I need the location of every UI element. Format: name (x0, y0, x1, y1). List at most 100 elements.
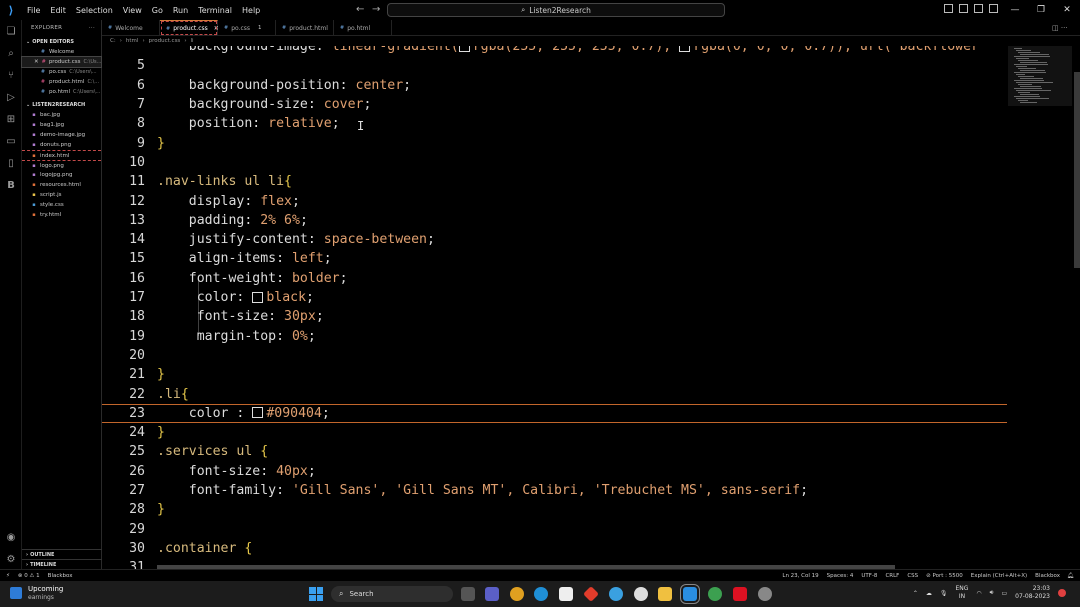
open-editor-item[interactable]: # po.css C:\Users\... (22, 67, 101, 77)
account-icon[interactable]: ◉ (0, 526, 22, 548)
code-line[interactable]: 14 justify-content: space-between; (102, 230, 1007, 249)
tab-product-css[interactable]: # product.css ✕ (160, 20, 219, 36)
split-editor-icon[interactable]: ◫ ··· (1052, 24, 1072, 32)
breadcrumb-item[interactable]: html (126, 38, 139, 44)
status-right-item[interactable]: CSS (907, 573, 918, 579)
code-line[interactable]: 25 .services ul { (102, 442, 1007, 461)
microphone-icon[interactable]: 🎙︎ (940, 590, 948, 597)
menu-item-view[interactable]: View (118, 6, 147, 15)
open-editor-item[interactable]: # Welcome (22, 47, 101, 57)
edge-icon[interactable] (534, 587, 548, 601)
code-text[interactable]: font-size: 40px; (157, 464, 316, 479)
tab-po-html[interactable]: # po.html (334, 20, 392, 36)
color-swatch-icon[interactable] (252, 291, 264, 303)
code-text[interactable]: background-image: linear-gradient(rgba(2… (157, 46, 979, 54)
maximize-icon[interactable]: ❐ (1028, 5, 1054, 15)
forward-arrow-icon[interactable]: → (372, 4, 380, 15)
code-line[interactable]: 12 display: flex; (102, 191, 1007, 210)
code-text[interactable]: .services ul { (157, 444, 268, 459)
outline-section[interactable]: › OUTLINE (22, 549, 102, 559)
menu-item-terminal[interactable]: Terminal (193, 6, 237, 15)
menu-item-file[interactable]: File (22, 6, 45, 15)
status-left-item[interactable]: Blackbox (48, 573, 73, 579)
code-line[interactable]: 7 background-size: cover; (102, 95, 1007, 114)
back-arrow-icon[interactable]: ← (356, 4, 364, 15)
open-editor-item[interactable]: # product.html C:\... (22, 77, 101, 87)
code-line[interactable]: 15 align-items: left; (102, 249, 1007, 268)
search-icon[interactable]: ⌕ (0, 42, 22, 64)
remote-explorer-icon[interactable]: ▭ (0, 130, 22, 152)
open-editors-section[interactable]: ⌄ OPEN EDITORS (22, 36, 101, 47)
code-line[interactable]: 26 font-size: 40px; (102, 462, 1007, 481)
code-text[interactable]: } (157, 136, 165, 151)
blackbox-icon[interactable]: B (0, 174, 22, 196)
task-view-icon[interactable] (461, 587, 475, 601)
code-text[interactable]: font-family: 'Gill Sans', 'Gill Sans MT'… (157, 483, 808, 498)
code-text[interactable]: } (157, 502, 165, 517)
toggle-panel-icon[interactable] (959, 4, 968, 13)
close-icon[interactable]: ✕ (34, 59, 39, 65)
code-text[interactable]: .container { (157, 541, 252, 556)
tab-product-html[interactable]: # product.html (276, 20, 334, 36)
status-right-item[interactable]: ⊘ Port : 5500 (926, 573, 963, 579)
battery-icon[interactable]: ▭ (1001, 590, 1007, 597)
onedrive-icon[interactable]: ☁ (926, 590, 932, 597)
file-item[interactable]: ▪ logojpg.png (22, 170, 101, 180)
code-text[interactable]: display: flex; (157, 194, 300, 209)
git-icon[interactable] (583, 586, 599, 602)
file-explorer-icon[interactable] (658, 587, 672, 601)
code-text[interactable]: padding: 2% 6%; (157, 213, 308, 228)
color-swatch-icon[interactable] (458, 46, 470, 52)
source-control-icon[interactable]: ⑂ (0, 64, 22, 86)
code-line[interactable]: 28} (102, 500, 1007, 519)
code-line[interactable]: 27 font-family: 'Gill Sans', 'Gill Sans … (102, 481, 1007, 500)
app-icon[interactable] (609, 587, 623, 601)
breadcrumb-item[interactable]: C: (110, 38, 116, 44)
file-item[interactable]: ▪ resources.html (22, 180, 101, 190)
taskbar-search[interactable]: ⌕ Search (331, 586, 453, 602)
status-right-item[interactable]: UTF-8 (861, 573, 877, 579)
file-item[interactable]: ▪ demo-image.jpg (22, 130, 101, 140)
color-swatch-icon[interactable] (252, 407, 264, 419)
code-line[interactable]: 5 (102, 56, 1007, 75)
app2-icon[interactable] (634, 587, 648, 601)
code-line[interactable]: 16 font-weight: bolder; (102, 269, 1007, 288)
breadcrumb-item[interactable]: li (191, 38, 194, 44)
code-line[interactable]: 6 background-position: center; (102, 76, 1007, 95)
timeline-section[interactable]: › TIMELINE (22, 559, 102, 569)
code-text[interactable]: .nav-links ul li{ (157, 174, 292, 189)
code-line[interactable]: 9} (102, 134, 1007, 153)
code-line[interactable]: 29 (102, 520, 1007, 539)
code-line[interactable]: 19 margin-top: 0%; (102, 327, 1007, 346)
command-center[interactable]: ⌕ Listen2Research (387, 3, 725, 17)
code-text[interactable]: font-size: 30px; (157, 309, 324, 324)
breadcrumb-item[interactable]: product.css (149, 38, 181, 44)
clock[interactable]: 23:03 07-08-2023 (1015, 585, 1050, 601)
extensions-icon[interactable]: ⊞ (0, 108, 22, 130)
code-line[interactable]: 8 position: relative; (102, 114, 1007, 133)
file-item[interactable]: ▪ style.css (22, 200, 101, 210)
code-line[interactable]: 24} (102, 423, 1007, 442)
code-line[interactable]: background-image: linear-gradient(rgba(2… (102, 46, 1007, 56)
toggle-sidebar-icon[interactable] (944, 4, 953, 13)
close-icon[interactable]: ✕ (1054, 5, 1080, 15)
code-text[interactable]: color: black; (157, 290, 314, 305)
file-item[interactable]: ▪ script.js (22, 190, 101, 200)
windows-start-icon[interactable] (309, 587, 323, 601)
file-item[interactable]: ▪ try.html (22, 210, 101, 220)
menu-item-run[interactable]: Run (168, 6, 193, 15)
code-text[interactable]: background-size: cover; (157, 97, 372, 112)
chrome-icon[interactable] (510, 587, 524, 601)
code-text[interactable]: background-position: center; (157, 78, 411, 93)
store-icon[interactable] (559, 587, 573, 601)
status-right-item[interactable]: CRLF (885, 573, 899, 579)
code-text[interactable]: position: relative; (157, 116, 340, 131)
status-right-item[interactable]: Ln 23, Col 19 (782, 573, 818, 579)
code-line[interactable]: 11 .nav-links ul li{ (102, 172, 1007, 191)
customize-layout-icon[interactable] (989, 4, 998, 13)
file-item[interactable]: ▪ logo.png (22, 160, 101, 170)
file-item[interactable]: ▪ index.html (22, 150, 101, 160)
run-debug-icon[interactable]: ▷ (0, 86, 22, 108)
status-right-item[interactable]: Blackbox (1035, 573, 1060, 579)
language-indicator[interactable]: ENG IN (955, 585, 968, 601)
